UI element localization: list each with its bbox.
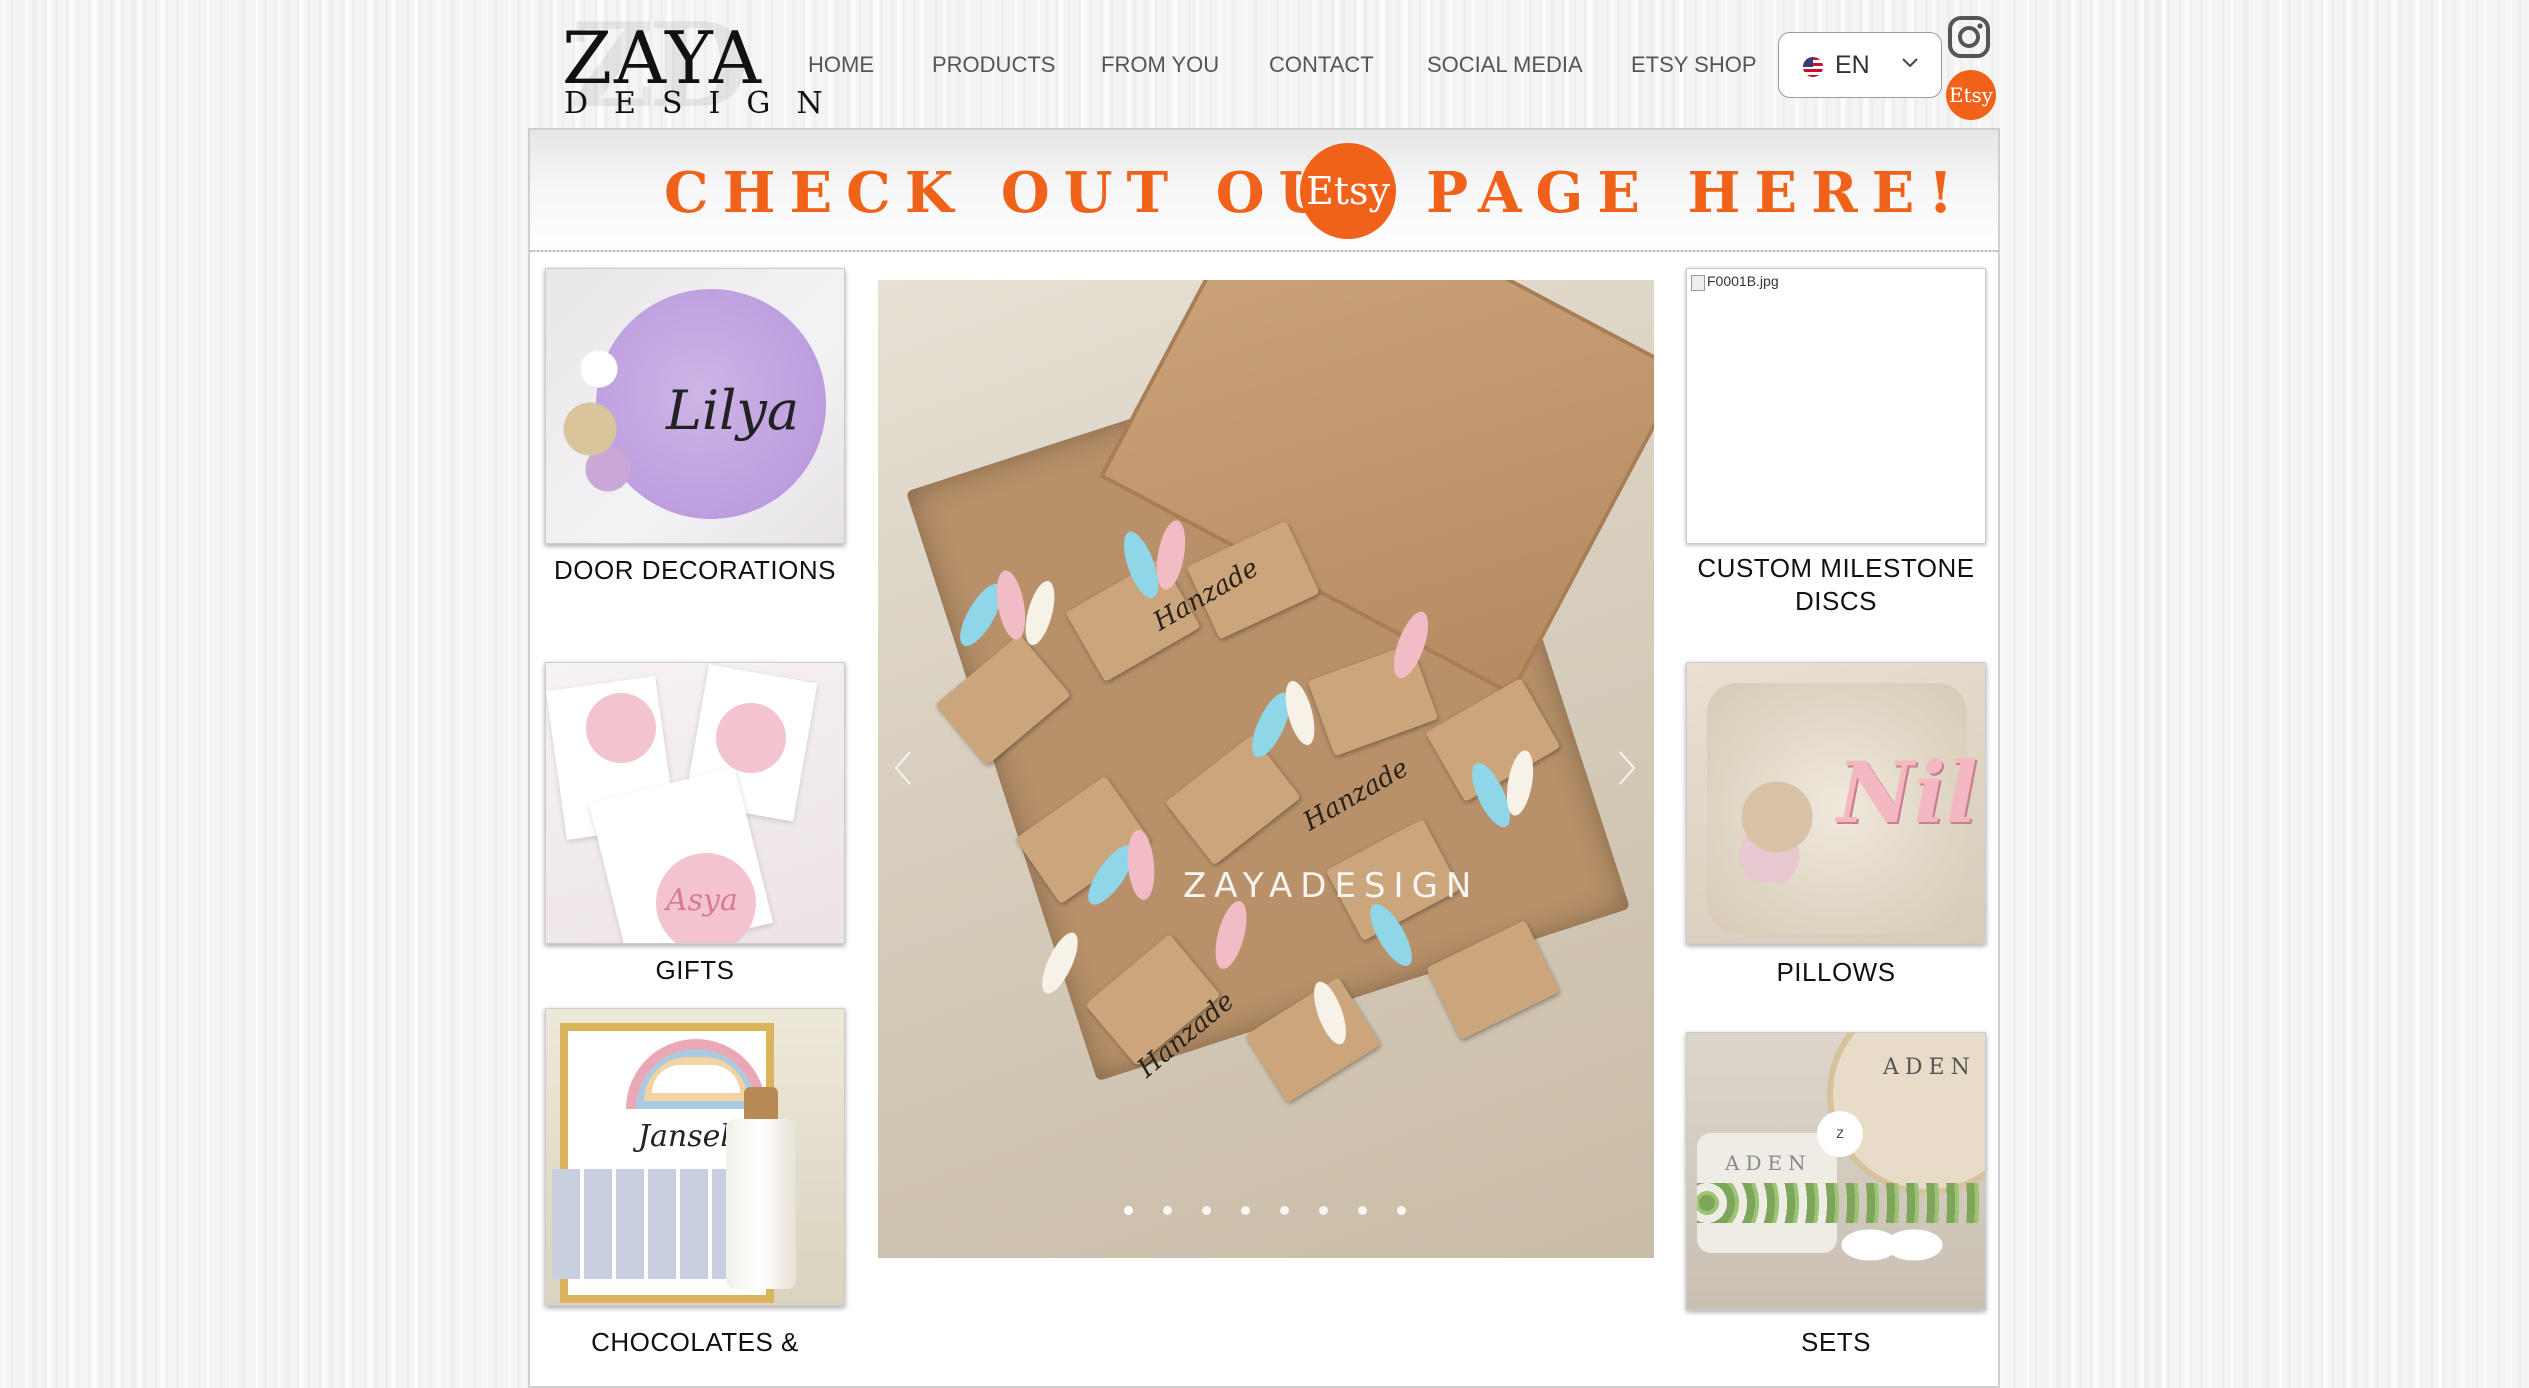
logo-sub-text: DESIGN — [564, 86, 849, 121]
chevron-down-icon — [1902, 58, 1918, 68]
broken-image-icon — [1691, 275, 1705, 291]
nav-etsy-shop[interactable]: ETSY SHOP — [1631, 52, 1757, 78]
pillows-image[interactable]: Nil — [1686, 662, 1986, 944]
nav-from-you[interactable]: FROM YOU — [1101, 52, 1219, 78]
slideshow-prev-arrow-icon[interactable] — [894, 750, 912, 786]
caption-gifts[interactable]: GIFTS — [545, 954, 845, 987]
slideshow-dot[interactable] — [1319, 1206, 1328, 1215]
caption-pillows[interactable]: PILLOWS — [1686, 956, 1986, 989]
slideshow-dot[interactable] — [1124, 1206, 1133, 1215]
slideshow-dot[interactable] — [1280, 1206, 1289, 1215]
language-selector[interactable]: EN — [1778, 32, 1942, 98]
nav-products[interactable]: PRODUCTS — [932, 52, 1055, 78]
sets-image[interactable]: ADEN ADEN Z — [1686, 1032, 1986, 1310]
door-decorations-image[interactable]: Lilya — [545, 268, 845, 544]
slideshow-dot[interactable] — [1358, 1206, 1367, 1215]
slideshow-watermark: ZAYADESIGN — [1183, 866, 1480, 906]
slideshow-dot[interactable] — [1241, 1206, 1250, 1215]
baby-slippers — [1837, 1203, 1947, 1273]
etsy-icon[interactable]: Etsy — [1946, 70, 1996, 120]
caption-chocolates[interactable]: CHOCOLATES & — [545, 1326, 845, 1359]
caption-door-decorations[interactable]: DOOR DECORATIONS — [545, 554, 845, 587]
chocolate-grid — [552, 1169, 742, 1279]
banner-text-right: PAGE HERE! — [1426, 160, 1967, 226]
zaya-badge-icon: Z — [1817, 1111, 1863, 1157]
pink-disc — [586, 693, 656, 763]
etsy-banner[interactable]: CHECK OUT OUR Etsy PAGE HERE! — [530, 130, 1998, 252]
caption-milestone-discs[interactable]: CUSTOM MILESTONE DISCS — [1686, 552, 1986, 618]
caption-sets[interactable]: SETS — [1686, 1326, 1986, 1359]
slideshow-next-arrow-icon[interactable] — [1618, 750, 1636, 786]
gift-art-name: Asya — [666, 883, 738, 918]
us-flag-icon — [1803, 57, 1823, 77]
sets-art-name: ADEN — [1725, 1151, 1812, 1175]
zaya-design-logo[interactable]: ZD ZAYA DESIGN — [560, 0, 823, 134]
pillow-art-name: Nil — [1837, 743, 1978, 842]
pink-disc — [716, 703, 786, 773]
slideshow-dot[interactable] — [1397, 1206, 1406, 1215]
chocolate-art-name: Jansel — [638, 1119, 730, 1154]
nav-social-media[interactable]: SOCIAL MEDIA — [1427, 52, 1583, 78]
gifts-image[interactable]: Asya — [545, 662, 845, 944]
sets-art-name: ADEN — [1883, 1055, 1976, 1080]
bunny-ornament — [1737, 773, 1817, 883]
door-art-name: Lilya — [666, 379, 800, 442]
nav-home[interactable]: HOME — [808, 52, 874, 78]
chocolates-image[interactable]: Jansel — [545, 1008, 845, 1306]
banner-text-left: CHECK OUT OUR — [664, 160, 1402, 226]
bottle-shape — [726, 1119, 796, 1289]
flower-arrangement — [554, 309, 644, 509]
etsy-logo-icon: Etsy — [1300, 143, 1396, 239]
image-alt-text: F0001B.jpg — [1707, 273, 1779, 289]
language-code: EN — [1835, 51, 1870, 79]
product-slideshow[interactable]: Hanzade Hanzade Hanzade ZAYADESIGN — [878, 280, 1654, 1258]
slideshow-dot[interactable] — [1202, 1206, 1211, 1215]
milestone-discs-image[interactable]: F0001B.jpg — [1686, 268, 1986, 544]
nav-contact[interactable]: CONTACT — [1269, 52, 1374, 78]
slideshow-dot[interactable] — [1163, 1206, 1172, 1215]
instagram-icon[interactable] — [1946, 14, 1992, 60]
